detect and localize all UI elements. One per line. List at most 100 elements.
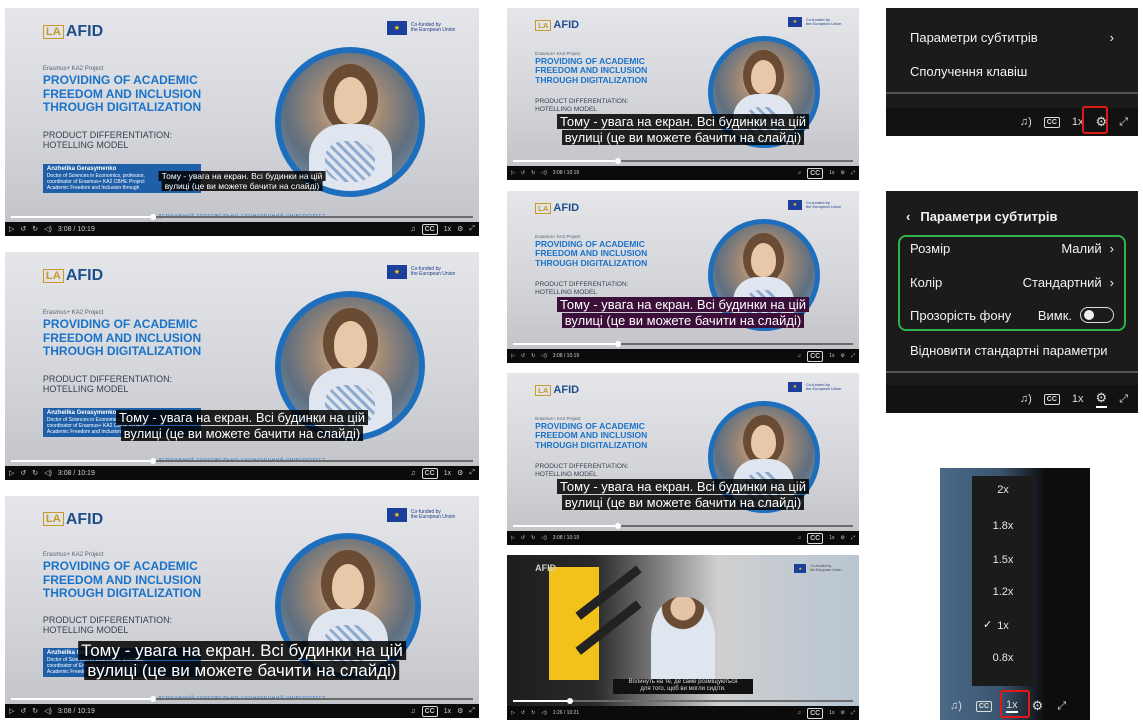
gear-icon[interactable]: ⚙ <box>841 710 845 716</box>
audio-description-icon[interactable]: ♫ <box>410 708 415 715</box>
speed-menu-panel: 2x 1.8x 1.5x 1.2x ✓ 1x 0.8x ♫) CC 1x ⚙ ⤢ <box>940 468 1090 720</box>
progress-bar[interactable] <box>513 698 853 704</box>
menu-item-reset[interactable]: Відновити стандартні параметри <box>886 339 1138 361</box>
forward-icon[interactable]: ↻ <box>531 710 535 716</box>
speed-button[interactable]: 1x <box>829 353 834 359</box>
audio-description-icon[interactable]: ♫ <box>797 353 801 359</box>
speed-button[interactable]: 1x <box>444 226 451 233</box>
rewind-icon[interactable]: ↺ <box>521 353 525 359</box>
fullscreen-icon[interactable]: ⤢ <box>851 535 855 541</box>
speed-button[interactable]: 1x <box>444 470 451 477</box>
fullscreen-icon[interactable]: ⤢ <box>469 225 475 233</box>
cc-icon[interactable]: CC <box>421 705 438 717</box>
gear-icon[interactable]: ⚙ <box>457 469 463 477</box>
gear-icon[interactable]: ⚙ <box>841 535 845 541</box>
play-icon[interactable]: ▷ <box>9 707 14 715</box>
forward-icon[interactable]: ↻ <box>32 225 38 233</box>
forward-icon[interactable]: ↻ <box>32 469 38 477</box>
volume-icon[interactable]: ◁) <box>44 225 52 233</box>
speed-button[interactable]: 1x <box>1072 393 1084 405</box>
volume-icon[interactable]: ◁) <box>541 710 547 716</box>
progress-bar[interactable] <box>513 523 853 529</box>
volume-icon[interactable]: ◁) <box>44 707 52 715</box>
speed-option-0-8x[interactable]: 0.8x <box>972 652 1034 664</box>
back-row[interactable]: ‹ Параметри субтитрів <box>886 205 1138 227</box>
volume-icon[interactable]: ◁) <box>541 170 547 176</box>
rewind-icon[interactable]: ↺ <box>20 225 26 233</box>
menu-item-subtitle-params[interactable]: Параметри субтитрів › <box>886 26 1138 48</box>
fullscreen-icon[interactable]: ⤢ <box>851 170 855 176</box>
play-icon[interactable]: ▷ <box>9 225 14 233</box>
rewind-icon[interactable]: ↺ <box>521 710 525 716</box>
fullscreen-icon[interactable]: ⤢ <box>851 710 855 716</box>
volume-icon[interactable]: ◁) <box>541 535 547 541</box>
video-player-5[interactable]: LA AFID ★ Co-funded by the European Union E… <box>507 191 859 363</box>
forward-icon[interactable]: ↻ <box>531 170 535 176</box>
audio-description-icon[interactable]: ♫ <box>797 535 801 541</box>
fullscreen-icon[interactable]: ⤢ <box>469 707 475 715</box>
speed-button[interactable]: 1x <box>829 710 834 716</box>
gear-icon[interactable]: ⚙ <box>1095 390 1108 408</box>
progress-bar[interactable] <box>513 158 853 164</box>
video-player-4[interactable]: LA AFID ★ Co-funded by the European Union E… <box>507 8 859 180</box>
gear-icon[interactable]: ⚙ <box>841 353 845 359</box>
fullscreen-icon[interactable]: ⤢ <box>1119 393 1128 406</box>
play-icon[interactable]: ▷ <box>511 170 515 176</box>
speed-option-1-8x[interactable]: 1.8x <box>972 520 1034 532</box>
speed-option-1-2x[interactable]: 1.2x <box>972 586 1034 598</box>
play-icon[interactable]: ▷ <box>9 469 14 477</box>
speed-button[interactable]: 1x <box>829 170 834 176</box>
rewind-icon[interactable]: ↺ <box>521 535 525 541</box>
video-player-7[interactable]: AFID ★ Co-funded by the European Union Впл… <box>507 555 859 720</box>
volume-icon[interactable]: ◁) <box>541 353 547 359</box>
progress-bar[interactable] <box>11 458 473 464</box>
cc-icon[interactable]: CC <box>807 532 824 544</box>
video-player-2[interactable]: LA AFID ★ Co-funded by the European Union E… <box>5 252 479 480</box>
play-icon[interactable]: ▷ <box>511 535 515 541</box>
cc-icon[interactable]: CC <box>975 700 993 712</box>
gear-icon[interactable]: ⚙ <box>457 707 463 715</box>
volume-icon[interactable]: ◁) <box>44 469 52 477</box>
menu-item-shortcuts[interactable]: Сполучення клавіш <box>886 60 1138 82</box>
forward-icon[interactable]: ↻ <box>531 353 535 359</box>
cc-icon[interactable]: CC <box>1043 393 1060 405</box>
video-player-1[interactable]: LA AFID ★ Co-funded by the European Union E… <box>5 8 479 236</box>
rewind-icon[interactable]: ↺ <box>20 469 26 477</box>
audio-description-icon[interactable]: ♫) <box>1020 393 1032 405</box>
audio-description-icon[interactable]: ♫ <box>797 710 801 716</box>
rewind-icon[interactable]: ↺ <box>521 170 525 176</box>
gear-icon[interactable]: ⚙ <box>457 225 463 233</box>
fullscreen-icon[interactable]: ⤢ <box>469 469 475 477</box>
video-player-6[interactable]: LA AFID ★ Co-funded by the European Union E… <box>507 373 859 545</box>
cc-icon[interactable]: CC <box>807 350 824 362</box>
rewind-icon[interactable]: ↺ <box>20 707 26 715</box>
speed-option-1x[interactable]: 1x <box>972 620 1034 632</box>
audio-description-icon[interactable]: ♫) <box>1020 116 1032 128</box>
cc-icon[interactable]: CC <box>807 707 824 719</box>
cc-icon[interactable]: CC <box>807 167 824 179</box>
video-player-3[interactable]: LA AFID ★ Co-funded by the European Union E… <box>5 496 479 718</box>
progress-bar[interactable] <box>11 696 473 702</box>
forward-icon[interactable]: ↻ <box>531 535 535 541</box>
progress-bar[interactable] <box>513 341 853 347</box>
speed-button[interactable]: 1x <box>829 535 834 541</box>
fullscreen-icon[interactable]: ⤢ <box>1057 700 1066 713</box>
audio-description-icon[interactable]: ♫ <box>410 470 415 477</box>
forward-icon[interactable]: ↻ <box>32 707 38 715</box>
speed-option-2x[interactable]: 2x <box>972 484 1034 496</box>
fullscreen-icon[interactable]: ⤢ <box>1119 116 1128 129</box>
gear-icon[interactable]: ⚙ <box>1032 698 1044 714</box>
cc-icon[interactable]: CC <box>421 223 438 235</box>
audio-description-icon[interactable]: ♫ <box>410 226 415 233</box>
fullscreen-icon[interactable]: ⤢ <box>851 353 855 359</box>
cc-icon[interactable]: CC <box>421 467 438 479</box>
gear-icon[interactable]: ⚙ <box>841 170 845 176</box>
audio-description-icon[interactable]: ♫ <box>797 170 801 176</box>
speed-option-1-5x[interactable]: 1.5x <box>972 554 1034 566</box>
audio-description-icon[interactable]: ♫) <box>950 700 962 712</box>
cc-icon[interactable]: CC <box>1043 116 1060 128</box>
progress-bar[interactable] <box>11 214 473 220</box>
speed-button[interactable]: 1x <box>444 708 451 715</box>
play-icon[interactable]: ▷ <box>511 710 515 716</box>
play-icon[interactable]: ▷ <box>511 353 515 359</box>
